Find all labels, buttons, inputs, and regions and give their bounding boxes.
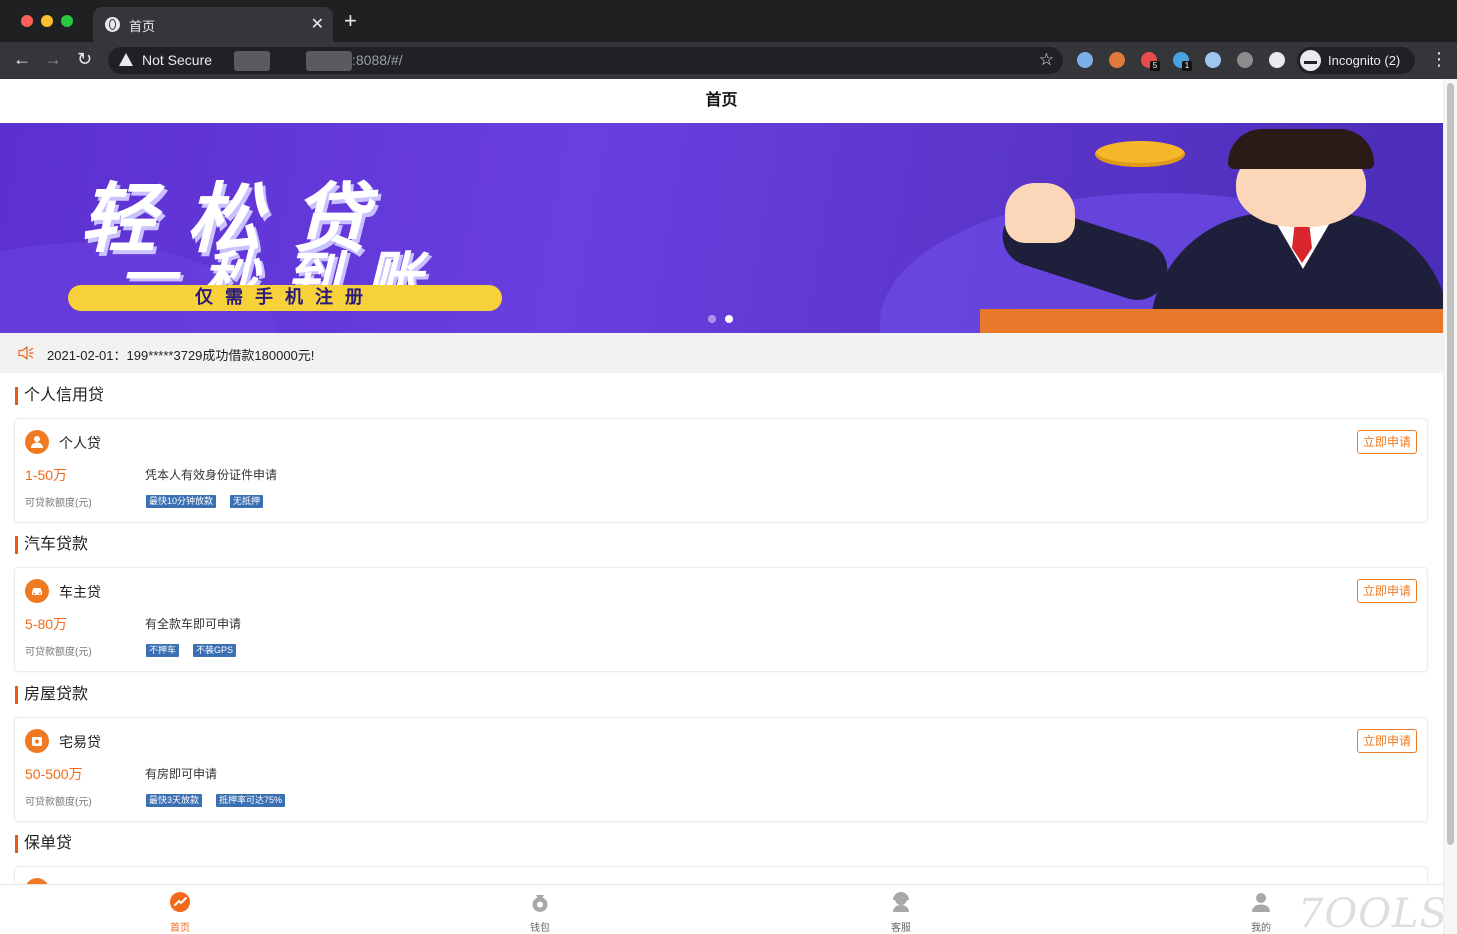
product-tag: 最快3天放款 — [146, 794, 203, 807]
tab-title: 首页 — [129, 19, 156, 34]
security-label[interactable]: Not Secure — [142, 52, 212, 68]
loan-amount: 50-500万 — [25, 766, 83, 782]
wallet-icon — [532, 895, 548, 912]
product-tag: 不押车 — [146, 644, 180, 657]
incognito-label: Incognito (2) — [1328, 53, 1401, 68]
ext-earth-icon[interactable]: 1 — [1173, 52, 1192, 71]
maximize-window-button[interactable] — [61, 15, 73, 27]
tab-customer-service[interactable]: 客服 — [871, 885, 931, 934]
product-tag: 无抵押 — [230, 495, 264, 508]
product-tag: 最快10分钟放款 — [146, 495, 217, 508]
carousel-dot-active[interactable] — [725, 315, 733, 323]
tab-close-icon[interactable]: ✕ — [311, 14, 324, 34]
tab-label: 首页 — [170, 923, 190, 934]
ext-mushroom-icon[interactable]: 5 — [1141, 52, 1160, 71]
minimize-window-button[interactable] — [41, 15, 53, 27]
address-bar[interactable]: Not Secure :8088/#/ ☆ — [108, 47, 1063, 74]
banner-decoration — [980, 309, 1443, 333]
home-icon — [170, 892, 190, 912]
loan-amount-label: 可贷款额度(元) — [25, 797, 92, 808]
url-text[interactable]: :8088/#/ — [352, 52, 403, 68]
bottom-tab-bar: 首页 钱包 客服 我的 7OOLS — [0, 884, 1443, 934]
warning-icon — [119, 53, 133, 66]
back-arrow-icon[interactable]: ← — [13, 49, 31, 69]
product-name: 车主贷 — [59, 584, 101, 600]
notice-bar: 2021-02-01：199*****3729成功借款180000元! — [0, 333, 1443, 373]
tab-profile[interactable]: 我的 — [1231, 885, 1291, 934]
section-title-policy-loan: 保单贷 — [15, 835, 72, 853]
section-title-house-loan: 房屋贷款 — [15, 686, 88, 704]
product-description: 有房即可申请 — [145, 767, 218, 781]
incognito-button[interactable]: Incognito (2) — [1297, 47, 1415, 74]
product-tags: 最快3天放款 抵押率可达75% — [146, 794, 299, 808]
tab-wallet[interactable]: 钱包 — [510, 885, 570, 934]
ext-spy-icon[interactable] — [1237, 52, 1253, 68]
scrollbar-thumb[interactable] — [1447, 83, 1454, 845]
page-scrollbar[interactable] — [1443, 79, 1457, 934]
ext-cloud-icon[interactable] — [1205, 52, 1221, 68]
ext-tiger-icon[interactable] — [1109, 52, 1125, 68]
product-tag: 不装GPS — [193, 644, 237, 657]
product-tag: 抵押率可达75% — [216, 794, 286, 807]
product-name: 个人贷 — [59, 435, 101, 451]
customer-service-icon — [893, 892, 909, 912]
extension-badge: 1 — [1182, 61, 1192, 71]
redacted-url-part — [234, 51, 270, 71]
loan-amount: 5-80万 — [25, 616, 68, 632]
browser-menu-icon[interactable]: ⋮ — [1430, 49, 1448, 69]
promo-banner[interactable]: 轻松贷 一秒到账 仅需手机注册 — [0, 123, 1443, 333]
profile-icon — [1252, 893, 1270, 912]
close-window-button[interactable] — [21, 15, 33, 27]
browser-tab[interactable]: 首页 ✕ — [93, 7, 333, 42]
loan-amount-label: 可贷款额度(元) — [25, 498, 92, 509]
product-description: 凭本人有效身份证件申请 — [145, 468, 278, 482]
tab-label: 钱包 — [530, 923, 550, 934]
notice-text: 2021-02-01：199*****3729成功借款180000元! — [47, 348, 315, 363]
house-icon — [25, 729, 49, 753]
person-icon — [25, 430, 49, 454]
globe-icon — [105, 17, 120, 32]
car-icon — [25, 579, 49, 603]
businessman-illustration — [1005, 183, 1075, 243]
reload-icon[interactable]: ↻ — [77, 49, 92, 69]
loan-amount-label: 可贷款额度(元) — [25, 647, 92, 658]
carousel-dot[interactable] — [708, 315, 716, 323]
apply-button[interactable]: 立即申请 — [1357, 430, 1417, 454]
apply-button[interactable]: 立即申请 — [1357, 579, 1417, 603]
product-tags: 不押车 不装GPS — [146, 644, 250, 658]
browser-titlebar: 首页 ✕ + — [0, 0, 1457, 42]
watermark-logo: 7OOLS — [1298, 891, 1443, 934]
page-title: 首页 — [705, 92, 738, 109]
extensions-puzzle-icon[interactable] — [1269, 52, 1285, 68]
loan-amount: 1-50万 — [25, 467, 68, 483]
tab-label: 客服 — [891, 923, 911, 934]
extension-badge: 5 — [1150, 61, 1160, 71]
new-tab-button[interactable]: + — [344, 10, 357, 32]
tab-label: 我的 — [1251, 923, 1271, 934]
product-name: 宅易贷 — [59, 734, 101, 750]
speaker-icon — [18, 346, 34, 360]
coin-illustration — [1095, 141, 1185, 167]
loan-card-personal[interactable]: 个人贷 立即申请 1-50万 可贷款额度(元) 凭本人有效身份证件申请 最快10… — [14, 418, 1428, 523]
loan-card-car[interactable]: 车主贷 立即申请 5-80万 可贷款额度(元) 有全款车即可申请 不押车 不装GP… — [14, 567, 1428, 672]
redacted-url-part — [306, 51, 352, 71]
section-title-personal-credit: 个人信用贷 — [15, 387, 104, 405]
product-tags: 最快10分钟放款 无抵押 — [146, 495, 277, 509]
page-viewport: 首页 轻松贷 一秒到账 仅需手机注册 2021-02-01：199*****37… — [0, 79, 1443, 934]
product-description: 有全款车即可申请 — [145, 617, 242, 631]
ext-globe-icon[interactable] — [1077, 52, 1093, 68]
businessman-illustration — [1228, 129, 1374, 169]
banner-pill: 仅需手机注册 — [68, 285, 502, 311]
browser-toolbar: ← → ↻ Not Secure :8088/#/ ☆ 5 1 Incognito… — [0, 42, 1457, 79]
tab-home[interactable]: 首页 — [150, 885, 210, 934]
forward-arrow-icon[interactable]: → — [44, 49, 62, 69]
apply-button[interactable]: 立即申请 — [1357, 729, 1417, 753]
loan-card-house[interactable]: 宅易贷 立即申请 50-500万 可贷款额度(元) 有房即可申请 最快3天放款抵… — [14, 717, 1428, 822]
section-title-car-loan: 汽车贷款 — [15, 536, 88, 554]
incognito-icon — [1300, 50, 1321, 71]
bookmark-star-icon[interactable]: ☆ — [1039, 50, 1054, 70]
